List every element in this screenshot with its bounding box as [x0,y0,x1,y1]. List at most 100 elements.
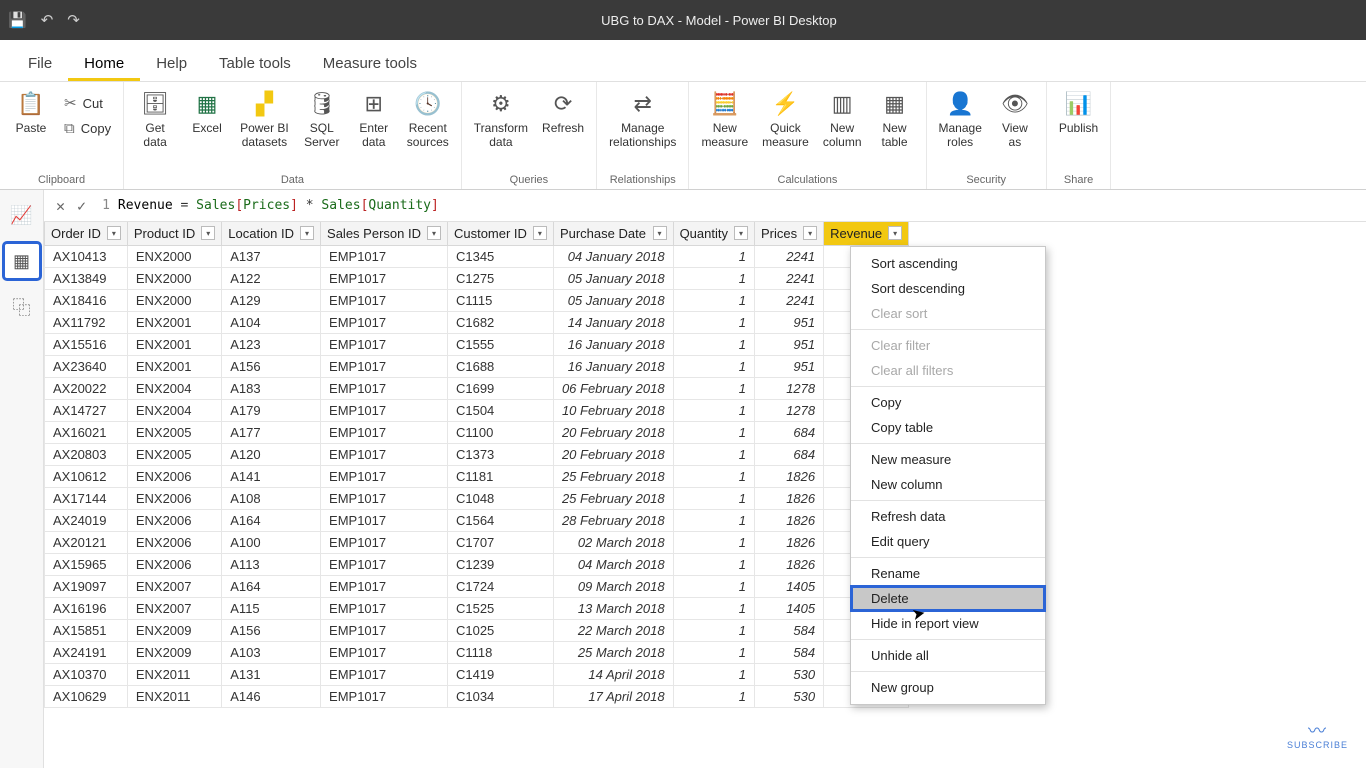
table-row[interactable]: AX10612ENX2006A141EMP1017C118125 Februar… [45,466,909,488]
cell[interactable]: A164 [222,576,321,598]
cell[interactable]: C1100 [447,422,553,444]
commit-formula-button[interactable]: ✓ [71,193,92,219]
menu-item-refresh-data[interactable]: Refresh data [851,504,1045,529]
cell[interactable]: 1 [673,620,754,642]
cell[interactable]: ENX2004 [127,400,221,422]
cell[interactable]: 1 [673,554,754,576]
formula-text[interactable]: Revenue = Sales[Prices] * Sales[Quantity… [118,198,1360,213]
cell[interactable]: 2241 [754,268,823,290]
refresh-button[interactable]: ⟳Refresh [538,86,588,138]
view-as-button[interactable]: 👁View as [992,86,1038,152]
cell[interactable]: ENX2007 [127,598,221,620]
cell[interactable]: ENX2006 [127,554,221,576]
column-filter-dropdown[interactable]: ▾ [300,226,314,240]
cell[interactable]: 1 [673,664,754,686]
cell[interactable]: ENX2009 [127,620,221,642]
cell[interactable]: 05 January 2018 [553,290,673,312]
menu-item-hide-in-report-view[interactable]: Hide in report view [851,611,1045,636]
cell[interactable]: 05 January 2018 [553,268,673,290]
cell[interactable]: C1724 [447,576,553,598]
cell[interactable]: ENX2001 [127,334,221,356]
cell[interactable]: 20 February 2018 [553,422,673,444]
column-filter-dropdown[interactable]: ▾ [201,226,215,240]
table-row[interactable]: AX20803ENX2005A120EMP1017C137320 Februar… [45,444,909,466]
cell[interactable]: 1 [673,444,754,466]
cell[interactable]: 1826 [754,532,823,554]
table-row[interactable]: AX23640ENX2001A156EMP1017C168816 January… [45,356,909,378]
cell[interactable]: EMP1017 [321,466,448,488]
column-filter-dropdown[interactable]: ▾ [734,226,748,240]
cell[interactable]: EMP1017 [321,664,448,686]
cell[interactable]: 17 April 2018 [553,686,673,708]
cell[interactable]: 684 [754,422,823,444]
cell[interactable]: 1405 [754,598,823,620]
cell[interactable]: EMP1017 [321,532,448,554]
cell[interactable]: C1345 [447,246,553,268]
paste-button[interactable]: 📋 Paste [8,86,54,138]
cell[interactable]: 1 [673,378,754,400]
cell[interactable]: AX16021 [45,422,128,444]
cell[interactable]: 09 March 2018 [553,576,673,598]
cell[interactable]: A129 [222,290,321,312]
column-header-quantity[interactable]: Quantity▾ [673,222,754,246]
cell[interactable]: A108 [222,488,321,510]
column-header-order-id[interactable]: Order ID▾ [45,222,128,246]
cell[interactable]: AX24191 [45,642,128,664]
cell[interactable]: 10 February 2018 [553,400,673,422]
copy-button[interactable]: ⧉Copy [60,118,115,139]
cell[interactable]: EMP1017 [321,576,448,598]
data-grid-container[interactable]: Order ID▾Product ID▾Location ID▾Sales Pe… [44,222,1366,768]
cell[interactable]: 04 March 2018 [553,554,673,576]
cell[interactable]: 1826 [754,554,823,576]
cell[interactable]: 584 [754,620,823,642]
cell[interactable]: C1504 [447,400,553,422]
table-row[interactable]: AX10629ENX2011A146EMP1017C103417 April 2… [45,686,909,708]
new-column-button[interactable]: ▥New column [819,86,866,152]
cell[interactable]: ENX2000 [127,268,221,290]
cell[interactable]: 28 February 2018 [553,510,673,532]
cell[interactable]: 684 [754,444,823,466]
cell[interactable]: 1826 [754,510,823,532]
cell[interactable]: 1 [673,510,754,532]
cell[interactable]: EMP1017 [321,422,448,444]
cell[interactable]: A123 [222,334,321,356]
column-filter-dropdown[interactable]: ▾ [803,226,817,240]
cell[interactable]: AX24019 [45,510,128,532]
cell[interactable]: ENX2006 [127,510,221,532]
cell[interactable]: 530 [754,664,823,686]
cell[interactable]: C1034 [447,686,553,708]
report-view-button[interactable]: 📈 [5,198,39,232]
cell[interactable]: EMP1017 [321,356,448,378]
cell[interactable]: ENX2000 [127,290,221,312]
data-view-button[interactable]: ▦ [5,244,39,278]
cell[interactable]: AX15516 [45,334,128,356]
cell[interactable]: C1555 [447,334,553,356]
column-header-prices[interactable]: Prices▾ [754,222,823,246]
cell[interactable]: A156 [222,620,321,642]
cell[interactable]: AX23640 [45,356,128,378]
quick-measure-button[interactable]: ⚡Quick measure [758,86,813,152]
table-row[interactable]: AX19097ENX2007A164EMP1017C172409 March 2… [45,576,909,598]
cell[interactable]: ENX2007 [127,576,221,598]
recent-sources-button[interactable]: 🕓Recent sources [403,86,453,152]
undo-icon[interactable]: ↶ [41,11,54,29]
cell[interactable]: C1688 [447,356,553,378]
table-row[interactable]: AX16021ENX2005A177EMP1017C110020 Februar… [45,422,909,444]
menu-tab-measure-tools[interactable]: Measure tools [307,47,433,81]
pbi-datasets-button[interactable]: ▞Power BI datasets [236,86,293,152]
cell[interactable]: 1 [673,466,754,488]
cell[interactable]: 25 February 2018 [553,466,673,488]
menu-item-copy-table[interactable]: Copy table [851,415,1045,440]
cell[interactable]: 1 [673,422,754,444]
cell[interactable]: A141 [222,466,321,488]
cell[interactable]: AX17144 [45,488,128,510]
cell[interactable]: 1 [673,532,754,554]
column-context-menu[interactable]: Sort ascendingSort descendingClear sortC… [850,246,1046,705]
cell[interactable]: A120 [222,444,321,466]
cell[interactable]: 1 [673,356,754,378]
data-grid[interactable]: Order ID▾Product ID▾Location ID▾Sales Pe… [44,222,909,708]
cell[interactable]: 1278 [754,400,823,422]
cell[interactable]: ENX2000 [127,246,221,268]
cell[interactable]: 530 [754,686,823,708]
cell[interactable]: 1826 [754,466,823,488]
